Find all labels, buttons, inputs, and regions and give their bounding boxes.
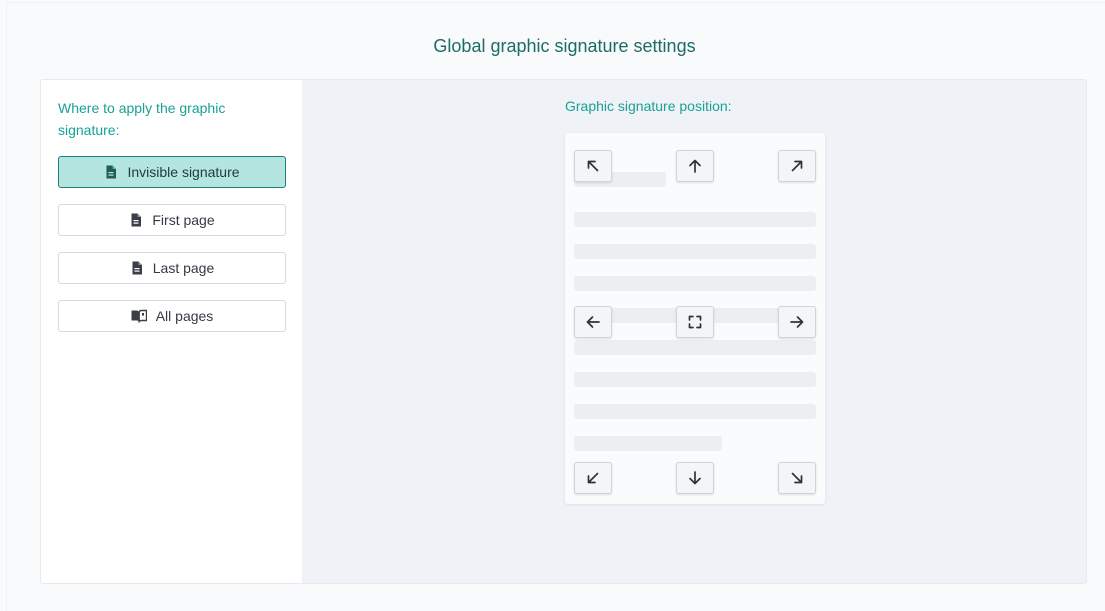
position-middle-left-button[interactable] [574, 306, 612, 338]
file-icon [132, 261, 142, 275]
invisible-signature-label: Invisible signature [127, 164, 240, 180]
invisible-signature-button[interactable]: Invisible signature [58, 156, 286, 188]
position-label: Graphic signature position: [565, 98, 732, 114]
all-pages-label: All pages [155, 308, 214, 324]
placeholder-line [574, 372, 816, 387]
placeholder-line [574, 276, 816, 291]
page-title: Global graphic signature settings [433, 36, 696, 56]
arrow-up-right-icon [791, 160, 803, 172]
apply-panel: Where to apply the graphic signature: In… [41, 80, 302, 583]
apply-label: Where to apply the graphic signature: [58, 100, 226, 138]
placeholder-line [574, 340, 816, 355]
position-top-left-button[interactable] [574, 150, 612, 182]
arrow-right-icon [790, 316, 804, 328]
position-middle-right-button[interactable] [778, 306, 816, 338]
first-page-button[interactable]: First page [58, 204, 286, 236]
position-bottom-left-button[interactable] [574, 462, 612, 494]
arrow-down-left-icon [587, 472, 599, 484]
arrow-up-icon [689, 159, 701, 173]
placeholder-line [574, 404, 816, 419]
expand-icon [688, 315, 702, 329]
position-bottom-right-button[interactable] [778, 462, 816, 494]
all-pages-button[interactable]: All pages [58, 300, 286, 332]
arrow-up-left-icon [587, 160, 599, 172]
first-page-label: First page [152, 212, 215, 228]
file-icon [106, 165, 117, 179]
page-preview [565, 133, 825, 504]
placeholder-line [574, 244, 816, 259]
last-page-button[interactable]: Last page [58, 252, 286, 284]
book-open-icon [131, 309, 147, 323]
position-center-button[interactable] [676, 306, 714, 338]
arrow-down-right-icon [791, 472, 803, 484]
placeholder-line [574, 212, 816, 227]
settings-card: Where to apply the graphic signature: In… [40, 79, 1087, 584]
position-top-right-button[interactable] [778, 150, 816, 182]
placeholder-line [574, 436, 722, 451]
position-top-center-button[interactable] [676, 150, 714, 182]
position-bottom-center-button[interactable] [676, 462, 714, 494]
arrow-down-icon [689, 471, 701, 485]
last-page-label: Last page [152, 260, 215, 276]
arrow-left-icon [586, 316, 600, 328]
file-icon [131, 213, 142, 227]
